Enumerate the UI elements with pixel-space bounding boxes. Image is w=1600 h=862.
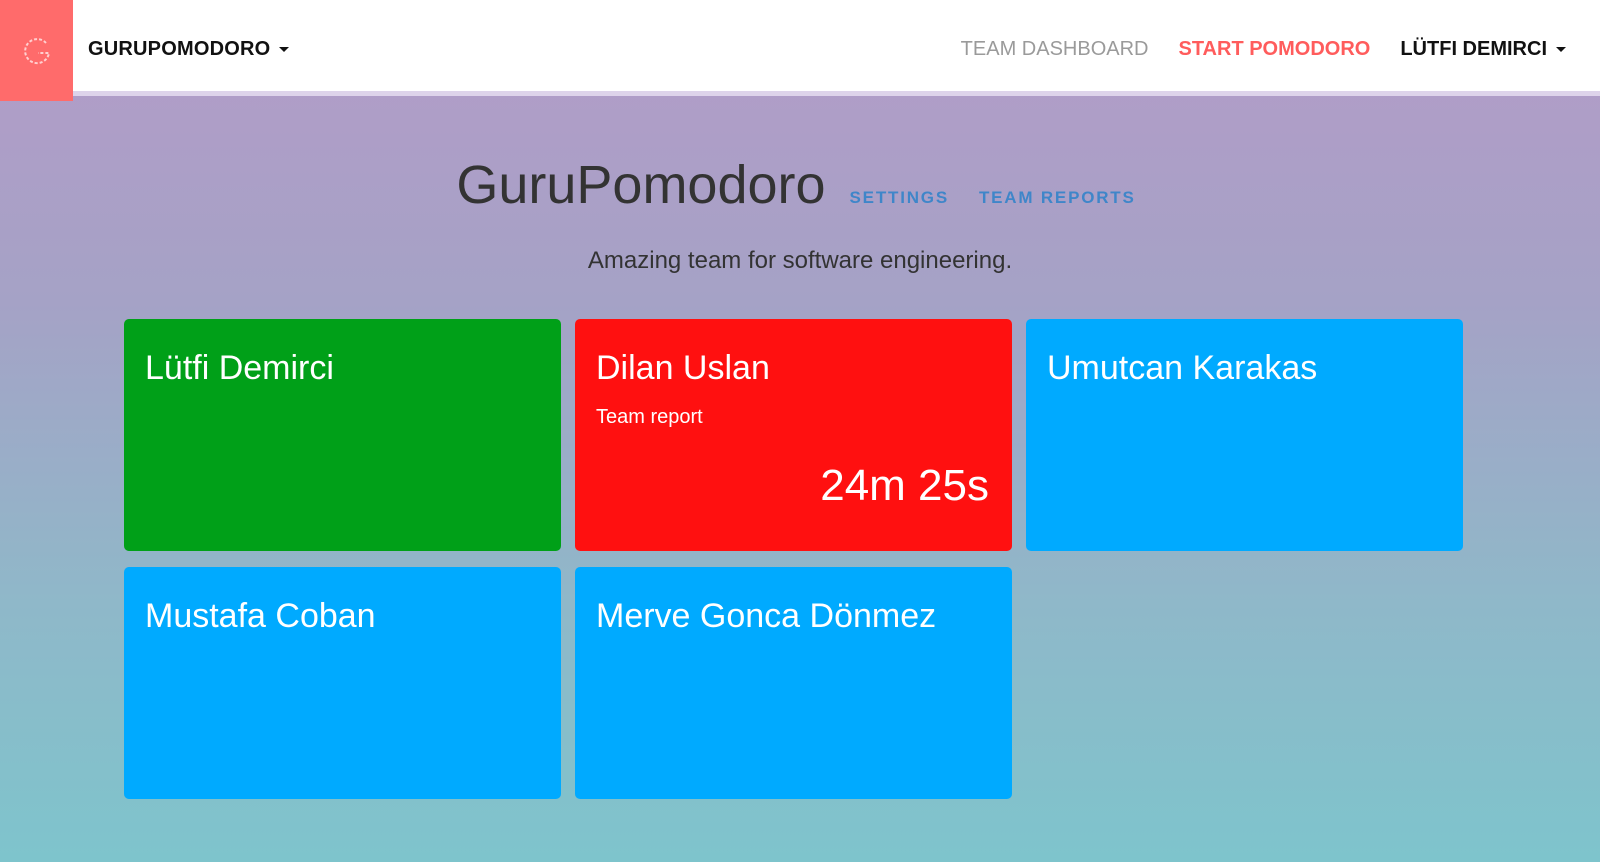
user-menu-label: LÜTFI DEMIRCI — [1400, 38, 1547, 60]
chevron-down-icon — [279, 47, 290, 52]
member-name: Merve Gonca Dönmez — [596, 597, 937, 635]
start-pomodoro-link[interactable]: START POMODORO — [1178, 38, 1370, 61]
member-card[interactable]: Mustafa Coban — [124, 567, 561, 799]
member-card[interactable]: Umutcan Karakas — [1026, 319, 1463, 551]
member-name: Dilan Uslan — [596, 349, 770, 387]
team-dashboard-link[interactable]: TEAM DASHBOARD — [961, 38, 1149, 61]
team-reports-link[interactable]: TEAM REPORTS — [979, 188, 1136, 208]
page-title: GuruPomodoro — [456, 155, 826, 215]
member-card[interactable]: Merve Gonca Dönmez — [575, 567, 1012, 799]
top-navbar: GURUPOMODORO TEAM DASHBOARD START POMODO… — [0, 0, 1600, 101]
chevron-down-icon — [1556, 47, 1566, 52]
app-logo[interactable] — [0, 0, 73, 101]
g-logo-icon — [23, 37, 50, 64]
pomodoro-timer: 24m 25s — [820, 461, 989, 510]
member-card[interactable]: Dilan Uslan Team report 24m 25s — [575, 319, 1012, 551]
team-description: Amazing team for software engineering. — [587, 247, 1013, 274]
member-name: Umutcan Karakas — [1047, 349, 1318, 387]
member-card[interactable]: Lütfi Demirci — [124, 319, 561, 551]
team-header: GuruPomodoro SETTINGS TEAM REPORTS — [0, 154, 1600, 216]
member-task: Team report — [596, 406, 703, 428]
nav-links: TEAM DASHBOARD START POMODORO LÜTFI DEMI… — [961, 38, 1566, 61]
member-name: Mustafa Coban — [145, 597, 376, 635]
member-name: Lütfi Demirci — [145, 349, 334, 387]
settings-link[interactable]: SETTINGS — [850, 188, 949, 208]
user-menu[interactable]: LÜTFI DEMIRCI — [1400, 38, 1566, 61]
brand-label: GURUPOMODORO — [88, 38, 271, 60]
brand-dropdown[interactable]: GURUPOMODORO — [88, 38, 290, 61]
